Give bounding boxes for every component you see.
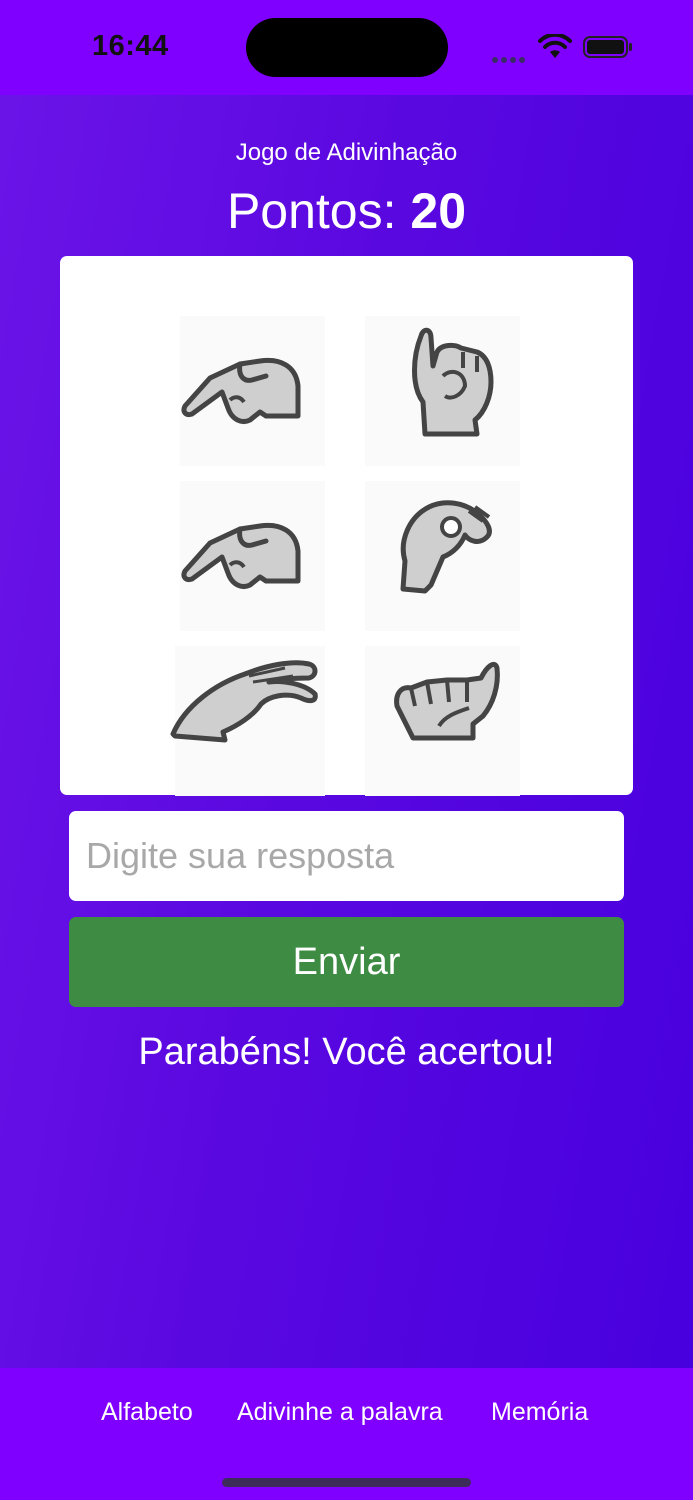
tab-adivinhe-a-palavra[interactable]: Adivinhe a palavra [237,1398,443,1427]
hand-sign-a-icon [365,646,520,796]
status-bar: 16:44 [0,0,693,95]
score-label: Pontos: [226,183,411,239]
status-time: 16:44 [92,30,169,62]
tab-memoria[interactable]: Memória [491,1398,588,1427]
hand-sign-i-icon [365,316,520,466]
hand-sign-c-icon [170,646,325,796]
page-title: Jogo de Adivinhação [235,139,458,166]
feedback-message: Parabéns! Você acertou! [138,1031,555,1073]
score-value: 20 [410,183,467,239]
tab-alfabeto[interactable]: Alfabeto [101,1398,193,1427]
sign-image-card [60,256,633,796]
hand-sign-g-icon [180,316,325,466]
cellular-signal-icon [492,50,528,63]
answer-input[interactable] [69,811,624,901]
submit-button[interactable]: Enviar [69,917,624,1007]
hand-sign-o-icon [365,481,520,631]
wifi-icon [538,34,572,58]
battery-icon [583,36,632,58]
hand-sign-g-icon [180,481,325,631]
home-indicator [222,1478,471,1487]
score-display: Pontos: 20 [0,182,693,240]
dynamic-island [246,18,448,77]
